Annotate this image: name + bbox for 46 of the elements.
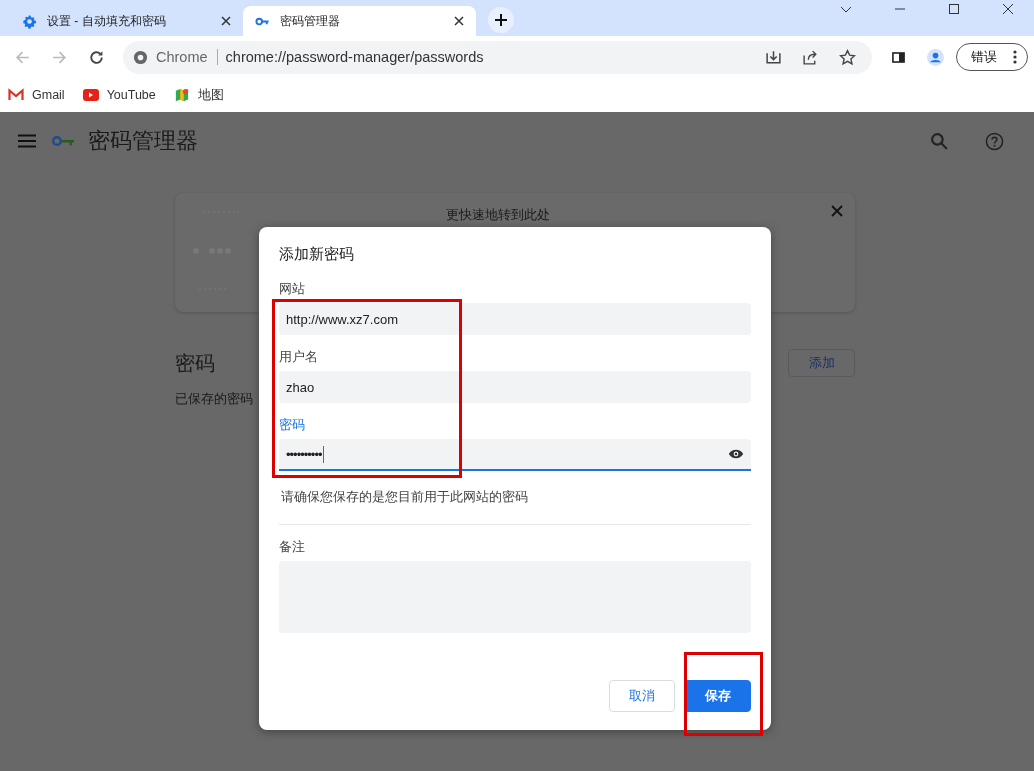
- bookmark-item[interactable]: 地图: [173, 86, 224, 104]
- input-field[interactable]: http://www.xz7.com: [279, 303, 751, 335]
- input-field[interactable]: zhao: [279, 371, 751, 403]
- bookmark-item[interactable]: YouTube: [82, 88, 156, 102]
- address-bar[interactable]: Chrome chrome://password-manager/passwords: [123, 40, 872, 74]
- mail-icon: [8, 88, 24, 102]
- star-icon[interactable]: [839, 48, 856, 66]
- play-icon: [82, 88, 99, 102]
- dialog-title: 添加新密码: [279, 245, 355, 264]
- more-vertical-icon: [1013, 50, 1017, 64]
- map-icon: [173, 88, 190, 102]
- gear-icon: [22, 13, 37, 29]
- search-icon[interactable]: [930, 131, 949, 151]
- field-label: 备注: [279, 539, 306, 556]
- field-label: 网站: [279, 281, 306, 298]
- field-label: 用户名: [279, 349, 319, 366]
- site-label: Chrome: [156, 49, 218, 65]
- cancel-button[interactable]: 取消: [609, 680, 675, 712]
- close-icon[interactable]: [221, 16, 231, 26]
- profile-avatar-icon[interactable]: [927, 48, 944, 66]
- chrome-logo-icon: [133, 49, 148, 65]
- browser-tab[interactable]: 密码管理器: [243, 6, 476, 36]
- browser-tab[interactable]: 设置 - 自动填充和密码: [10, 6, 243, 36]
- section-title: 密码: [175, 350, 215, 376]
- bookmark-item[interactable]: Gmail: [8, 88, 65, 102]
- page-title: 密码管理器: [88, 127, 198, 155]
- promo-text: 更快速地转到此处: [446, 206, 550, 224]
- close-icon[interactable]: [1002, 3, 1014, 15]
- close-icon[interactable]: [454, 16, 464, 26]
- eye-icon[interactable]: [728, 449, 744, 459]
- url-text: chrome://password-manager/passwords: [225, 49, 484, 65]
- field-label: 密码: [279, 417, 306, 434]
- menu-icon[interactable]: [18, 134, 36, 148]
- section-description: 已保存的密码: [175, 390, 254, 408]
- key-icon: [52, 135, 76, 147]
- hint-text: 请确保您保存的是您目前用于此网站的密码: [281, 489, 529, 506]
- reload-icon[interactable]: [88, 48, 105, 66]
- share-icon[interactable]: [802, 48, 819, 66]
- download-icon[interactable]: [765, 48, 782, 66]
- help-icon[interactable]: [985, 131, 1004, 151]
- maximize-icon[interactable]: [948, 3, 960, 15]
- save-button[interactable]: 保存: [684, 680, 751, 712]
- profile-error-button[interactable]: 错误: [956, 43, 1028, 71]
- new-tab-button[interactable]: [488, 7, 514, 33]
- password-field[interactable]: ••••••••••: [279, 439, 751, 471]
- plus-icon: [495, 14, 507, 26]
